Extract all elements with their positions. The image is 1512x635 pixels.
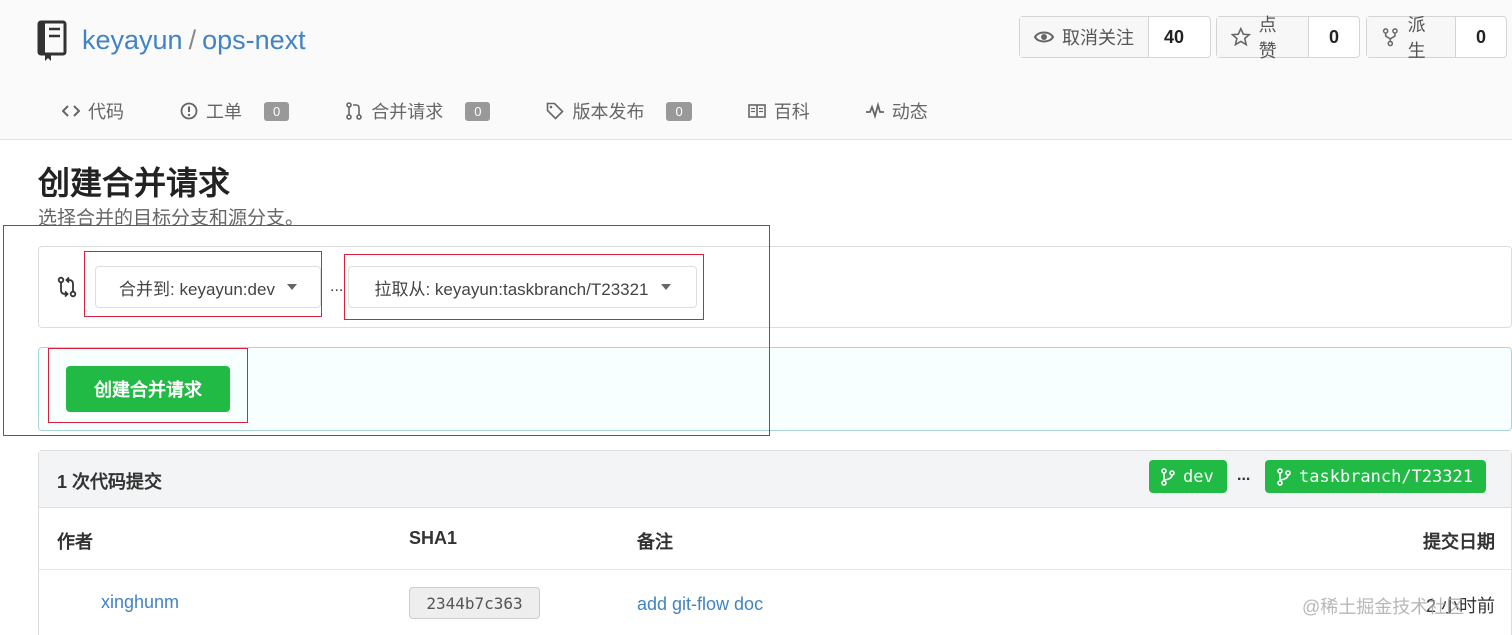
column-date: 提交日期 <box>1423 532 1495 552</box>
branch-separator: ... <box>1237 467 1251 484</box>
issue-icon <box>180 102 198 120</box>
fork-count[interactable]: 0 <box>1456 17 1506 57</box>
commits-table-header: 作者 SHA1 备注 提交日期 <box>39 508 1511 570</box>
commits-count: 1 次代码提交 <box>57 472 163 492</box>
pull-request-icon <box>346 102 363 120</box>
column-sha: SHA1 <box>409 528 458 548</box>
tab-issues-label: 工单 <box>206 102 242 122</box>
tab-pull-requests[interactable]: 合并请求 0 <box>345 96 491 126</box>
tab-wiki[interactable]: 百科 <box>747 96 810 126</box>
tab-code[interactable]: 代码 <box>62 96 124 126</box>
watch-label: 取消关注 <box>1062 28 1134 48</box>
table-row: xinghunm 2344b7c363 add git-flow doc 2 小… <box>39 570 1511 635</box>
repo-owner-link[interactable]: keyayun <box>82 25 183 55</box>
commits-header: 1 次代码提交 dev ... taskbranch/T23321 <box>39 451 1511 508</box>
tab-wiki-label: 百科 <box>773 102 810 122</box>
base-branch-label-tag[interactable]: dev <box>1149 460 1227 493</box>
commits-table: 1 次代码提交 dev ... taskbranch/T23321 作者 SHA… <box>38 450 1512 635</box>
tab-activity-label: 动态 <box>891 102 928 122</box>
commit-message-link[interactable]: add git-flow doc <box>637 594 763 615</box>
tab-releases-badge: 0 <box>666 101 692 121</box>
annotation-box-base <box>84 251 322 317</box>
column-author: 作者 <box>57 532 93 552</box>
head-branch-name: taskbranch/T23321 <box>1299 466 1473 487</box>
fork-icon <box>1382 28 1398 47</box>
tab-issues[interactable]: 工单 0 <box>180 96 290 126</box>
page-title: 创建合并请求 <box>38 165 231 201</box>
commit-author-link[interactable]: xinghunm <box>101 592 179 613</box>
column-message: 备注 <box>637 532 673 552</box>
commit-sha-button[interactable]: 2344b7c363 <box>409 587 540 619</box>
tab-releases-label: 版本发布 <box>572 102 645 122</box>
tab-pull-requests-label: 合并请求 <box>371 102 444 122</box>
pulse-icon <box>865 102 884 120</box>
branch-icon <box>1161 467 1175 486</box>
star-count[interactable]: 0 <box>1309 17 1359 57</box>
fork-label: 派生 <box>1407 15 1426 61</box>
tab-code-label: 代码 <box>88 102 124 122</box>
book-icon <box>747 104 766 118</box>
watch-count[interactable]: 40 <box>1149 17 1199 57</box>
tab-releases[interactable]: 版本发布 0 <box>546 96 692 126</box>
annotation-box-head <box>344 254 704 320</box>
annotation-box-button <box>48 348 248 423</box>
repo-name-link[interactable]: ops-next <box>202 25 306 55</box>
fork-button[interactable]: 派生 0 <box>1366 15 1507 61</box>
repo-path-separator: / <box>188 25 197 55</box>
code-icon <box>62 105 80 117</box>
watermark: @稀土掘金技术社区 <box>1302 597 1465 617</box>
tab-issues-badge: 0 <box>264 101 290 121</box>
star-button[interactable]: 点赞 0 <box>1216 15 1360 61</box>
watch-button[interactable]: 取消关注 40 <box>1019 16 1211 58</box>
star-icon <box>1231 27 1251 47</box>
tag-icon <box>547 102 565 120</box>
repo-title: keyayun / ops-next <box>82 22 306 58</box>
star-label: 点赞 <box>1258 15 1277 61</box>
branch-icon <box>1277 467 1291 486</box>
tab-activity[interactable]: 动态 <box>865 96 928 126</box>
repo-book-icon <box>37 20 67 61</box>
head-branch-label-tag[interactable]: taskbranch/T23321 <box>1265 460 1486 493</box>
repo-header: keyayun / ops-next 取消关注 40 点赞 0 派生 0 代码 工单… <box>0 0 1512 140</box>
base-branch-name: dev <box>1183 466 1214 487</box>
repo-tabs: 代码 工单 0 合并请求 0 版本发布 0 百科 动态 <box>62 96 984 126</box>
eye-icon <box>1034 31 1054 43</box>
tab-pull-requests-badge: 0 <box>465 101 491 121</box>
